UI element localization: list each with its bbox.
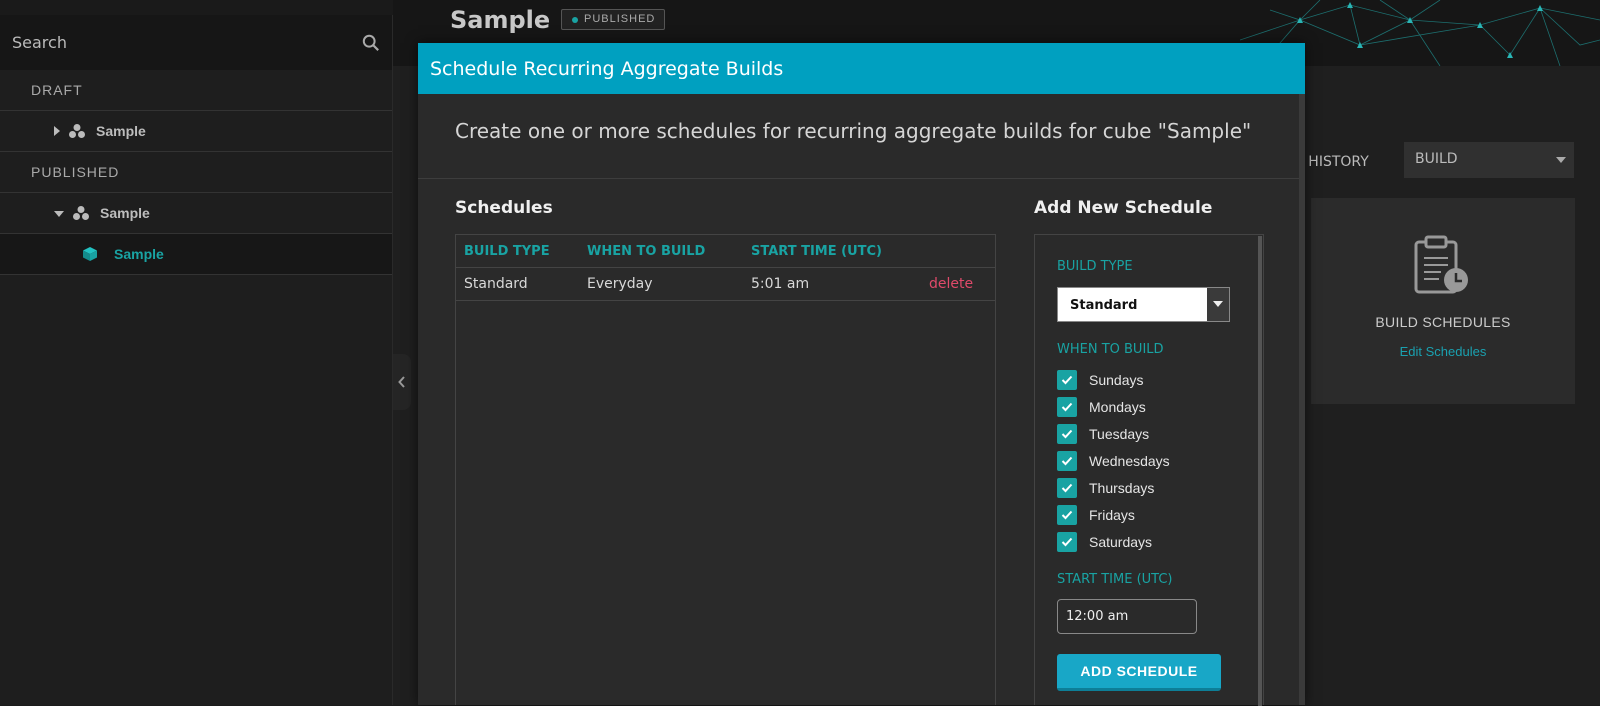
sidebar: DRAFT Sample PUBLISHED Sample Sample [0,0,393,705]
sidebar-top-strip [0,0,393,15]
schedules-heading: Schedules [455,198,553,218]
search-bar [0,15,392,70]
checkbox-label: Thursdays [1089,480,1155,496]
table-header-row: BUILD TYPE WHEN TO BUILD START TIME (UTC… [456,235,995,268]
checkmark-icon[interactable] [1057,451,1077,471]
cell-build-type: Standard [464,276,528,292]
chevron-left-icon [398,376,405,388]
checkbox-label: Fridays [1089,507,1135,523]
checkmark-icon[interactable] [1057,478,1077,498]
chevron-down-icon [1556,157,1566,163]
checkmark-icon[interactable] [1057,424,1077,444]
checkbox-label: Mondays [1089,399,1146,415]
collapse-sidebar-button[interactable] [393,354,411,410]
column-header-build-type: BUILD TYPE [464,244,550,259]
checkmark-icon[interactable] [1057,370,1077,390]
checkbox-tuesdays[interactable]: Tuesdays [1057,423,1149,445]
page-title: Sample [450,6,551,34]
when-to-build-label: WHEN TO BUILD [1057,342,1164,357]
build-schedules-card[interactable]: BUILD SCHEDULES Edit Schedules [1311,198,1575,404]
delete-schedule-link[interactable]: delete [929,276,973,292]
tree-item-published-sample[interactable]: Sample [0,193,392,234]
cell-start-time: 5:01 am [751,276,810,292]
caret-down-icon[interactable] [54,211,64,217]
clipboard-clock-icon [1414,235,1468,294]
cube-icon [83,247,97,261]
column-header-start-time: START TIME (UTC) [751,244,882,259]
start-time-label: START TIME (UTC) [1057,572,1173,587]
tree-item-label: Sample [96,123,146,139]
checkbox-label: Saturdays [1089,534,1153,550]
build-type-select[interactable]: BUILD [1404,142,1574,178]
tree-item-draft-sample[interactable]: Sample [0,111,392,152]
modal-intro-text: Create one or more schedules for recurri… [455,119,1252,143]
search-icon[interactable] [362,34,380,52]
cell-when: Everyday [587,276,653,292]
build-type-value: Standard [1070,298,1138,313]
build-type-dropdown[interactable]: Standard [1057,287,1230,322]
section-header-draft: DRAFT [0,70,392,111]
modal-scrollbar[interactable] [1299,94,1305,705]
checkmark-icon[interactable] [1057,532,1077,552]
checkbox-label: Sundays [1089,372,1144,388]
chevron-down-icon[interactable] [1207,288,1229,321]
cubes-icon [73,206,89,220]
build-type-label: BUILD TYPE [1057,259,1133,274]
table-row: Standard Everyday 5:01 am delete [456,268,995,301]
tree-item-cube-sample[interactable]: Sample [0,234,392,275]
checkbox-sundays[interactable]: Sundays [1057,369,1143,391]
add-schedule-form: BUILD TYPE Standard WHEN TO BUILD Sunday… [1034,234,1264,706]
card-title: BUILD SCHEDULES [1375,314,1511,330]
tree-item-label: Sample [114,246,164,262]
checkbox-mondays[interactable]: Mondays [1057,396,1146,418]
caret-right-icon[interactable] [54,126,60,136]
start-time-input[interactable] [1057,599,1197,634]
checkbox-label: Wednesdays [1089,453,1170,469]
checkbox-label: Tuesdays [1089,426,1150,442]
checkbox-fridays[interactable]: Fridays [1057,504,1135,526]
status-badge: PUBLISHED [561,9,666,30]
schedule-modal: Schedule Recurring Aggregate Builds Crea… [418,43,1305,706]
add-schedule-button[interactable]: ADD SCHEDULE [1057,654,1221,691]
column-header-when: WHEN TO BUILD [587,244,706,259]
checkbox-saturdays[interactable]: Saturdays [1057,531,1152,553]
divider [418,178,1299,179]
schedules-table: BUILD TYPE WHEN TO BUILD START TIME (UTC… [455,234,996,705]
checkbox-wednesdays[interactable]: Wednesdays [1057,450,1170,472]
form-scrollbar[interactable] [1258,236,1262,706]
modal-title: Schedule Recurring Aggregate Builds [418,43,1305,94]
build-select-value: BUILD [1415,151,1458,167]
tree-item-label: Sample [100,205,150,221]
checkmark-icon[interactable] [1057,505,1077,525]
checkmark-icon[interactable] [1057,397,1077,417]
cubes-icon [69,124,85,138]
section-header-published: PUBLISHED [0,152,392,193]
checkbox-thursdays[interactable]: Thursdays [1057,477,1154,499]
edit-schedules-link[interactable]: Edit Schedules [1311,344,1575,359]
search-input[interactable] [12,33,332,52]
add-schedule-heading: Add New Schedule [1034,198,1213,218]
